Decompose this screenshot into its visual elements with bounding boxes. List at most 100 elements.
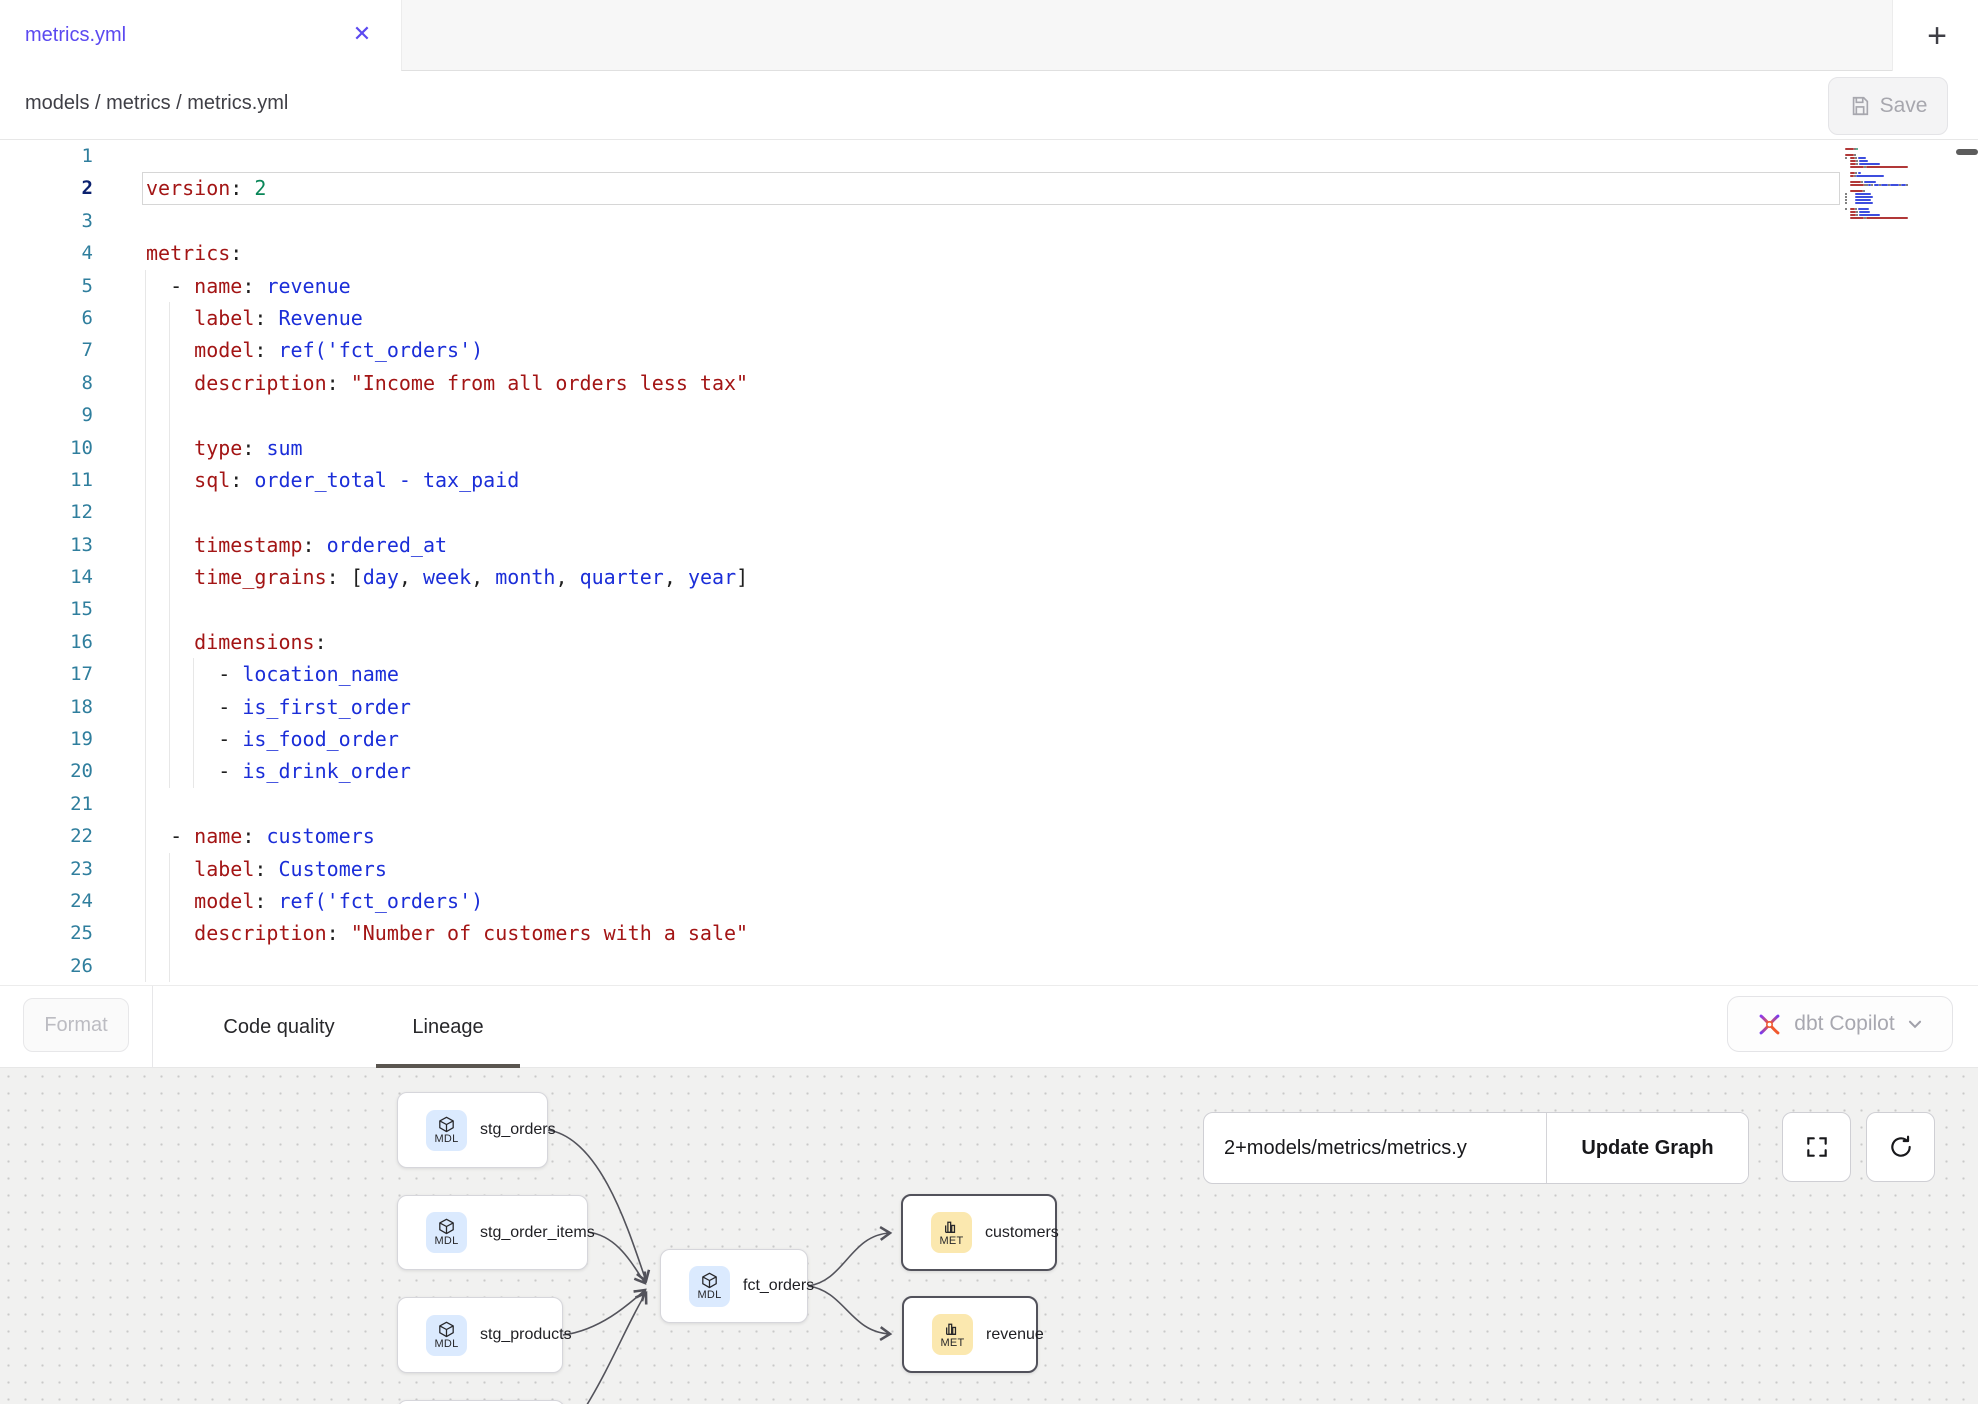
node-label: fct_orders: [743, 1277, 814, 1295]
scrollbar-marker[interactable]: [1956, 149, 1978, 155]
code-text: model: ref('fct_orders'): [146, 885, 483, 917]
code-line-1[interactable]: 1: [0, 140, 1978, 172]
code-line-13[interactable]: 13 timestamp: ordered_at: [0, 529, 1978, 561]
code-line-26[interactable]: 26: [0, 950, 1978, 982]
code-line-25[interactable]: 25 description: "Number of customers wit…: [0, 917, 1978, 949]
tab-code-quality[interactable]: Code quality: [186, 986, 372, 1068]
code-text: model: ref('fct_orders'): [146, 334, 483, 366]
code-text: - name: revenue: [146, 270, 351, 302]
line-number: 19: [0, 723, 93, 755]
code-text: timestamp: ordered_at: [146, 529, 447, 561]
code-line-2[interactable]: 2version: 2: [0, 172, 1978, 204]
minimap-line: [1850, 181, 1861, 183]
line-number: 17: [0, 658, 93, 690]
code-line-3[interactable]: 3: [0, 205, 1978, 237]
lineage-node-revenue[interactable]: METrevenue: [902, 1296, 1038, 1373]
tab-label: metrics.yml: [25, 24, 126, 47]
code-line-11[interactable]: 11 sql: order_total - tax_paid: [0, 464, 1978, 496]
line-number: 4: [0, 237, 93, 269]
code-line-21[interactable]: 21: [0, 788, 1978, 820]
node-label: revenue: [986, 1326, 1044, 1344]
code-line-15[interactable]: 15: [0, 593, 1978, 625]
lineage-node-fct_orders[interactable]: MDLfct_orders: [660, 1249, 808, 1323]
update-graph-button[interactable]: Update Graph: [1547, 1113, 1748, 1183]
code-editor[interactable]: 12version: 234metrics:5 - name: revenue6…: [0, 140, 1978, 985]
breadcrumb: models / metrics / metrics.yml: [25, 92, 288, 115]
lineage-node-stg_products[interactable]: MDLstg_products: [397, 1297, 563, 1373]
code-line-12[interactable]: 12: [0, 496, 1978, 528]
minimap-line: [1845, 202, 1847, 204]
minimap-line: [1859, 211, 1870, 213]
dbt-copilot-logo-icon: [1756, 1011, 1783, 1038]
code-text: - location_name: [146, 658, 399, 690]
minimap-line: [1855, 193, 1871, 195]
lineage-node-customers[interactable]: METcustomers: [901, 1194, 1057, 1271]
lineage-node-stg_orders[interactable]: MDLstg_orders: [397, 1092, 548, 1168]
line-number: 2: [0, 172, 93, 204]
lineage-graph-canvas[interactable]: MDLstg_ordersMDLstg_order_itemsMDLstg_pr…: [0, 1068, 1978, 1404]
minimap-line: [1863, 190, 1865, 192]
minimap-line: [1845, 193, 1847, 195]
minimap-line: [1855, 172, 1857, 174]
format-button[interactable]: Format: [23, 998, 129, 1052]
code-line-7[interactable]: 7 model: ref('fct_orders'): [0, 334, 1978, 366]
bottom-toolbar: Format Code quality Lineage dbt Copilot: [0, 985, 1978, 1068]
minimap-line: [1859, 160, 1868, 162]
minimap-line: [1850, 217, 1864, 219]
minimap-line: [1845, 199, 1847, 201]
code-line-23[interactable]: 23 label: Customers: [0, 853, 1978, 885]
code-text: label: Customers: [146, 853, 387, 885]
code-line-14[interactable]: 14 time_grains: [day, week, month, quart…: [0, 561, 1978, 593]
minimap-line: [1890, 184, 1899, 186]
model-icon: MDL: [426, 1212, 467, 1253]
fullscreen-button[interactable]: [1782, 1112, 1851, 1182]
code-line-20[interactable]: 20 - is_drink_order: [0, 755, 1978, 787]
code-line-8[interactable]: 8 description: "Income from all orders l…: [0, 367, 1978, 399]
code-line-4[interactable]: 4metrics:: [0, 237, 1978, 269]
code-line-5[interactable]: 5 - name: revenue: [0, 270, 1978, 302]
tab-lineage[interactable]: Lineage: [376, 986, 520, 1068]
code-line-9[interactable]: 9: [0, 399, 1978, 431]
refresh-button[interactable]: [1866, 1112, 1935, 1182]
model-selector-input[interactable]: [1204, 1113, 1546, 1183]
minimap-line: [1859, 214, 1880, 216]
save-icon: [1849, 95, 1871, 117]
minimap-line: [1866, 217, 1907, 219]
code-line-18[interactable]: 18 - is_first_order: [0, 691, 1978, 723]
minimap-line: [1845, 148, 1854, 150]
code-line-19[interactable]: 19 - is_food_order: [0, 723, 1978, 755]
minimap[interactable]: [1845, 145, 1955, 235]
node-label: stg_order_items: [480, 1224, 595, 1242]
lineage-node-partial_node[interactable]: [397, 1400, 565, 1404]
minimap-line: [1850, 184, 1864, 186]
close-tab-icon[interactable]: ✕: [344, 17, 380, 53]
new-tab-button[interactable]: +: [1917, 14, 1957, 58]
indent-guide: [169, 593, 170, 625]
indent-guide: [145, 593, 146, 625]
line-number: 25: [0, 917, 93, 949]
code-line-6[interactable]: 6 label: Revenue: [0, 302, 1978, 334]
code-line-16[interactable]: 16 dimensions:: [0, 626, 1978, 658]
indent-guide: [145, 950, 146, 982]
minimap-line: [1858, 157, 1867, 159]
code-line-24[interactable]: 24 model: ref('fct_orders'): [0, 885, 1978, 917]
minimap-line: [1859, 163, 1880, 165]
lineage-node-stg_order_items[interactable]: MDLstg_order_items: [397, 1195, 588, 1270]
code-line-22[interactable]: 22 - name: customers: [0, 820, 1978, 852]
line-number: 18: [0, 691, 93, 723]
code-line-17[interactable]: 17 - location_name: [0, 658, 1978, 690]
metric-icon: MET: [931, 1212, 972, 1253]
line-number: 3: [0, 205, 93, 237]
line-number: 23: [0, 853, 93, 885]
edge-fct_orders-to-revenue: [808, 1286, 890, 1334]
code-text: type: sum: [146, 432, 303, 464]
dbt-copilot-button[interactable]: dbt Copilot: [1727, 996, 1953, 1052]
minimap-line: [1856, 211, 1858, 213]
minimap-line: [1850, 190, 1863, 192]
tab-metrics-yml[interactable]: metrics.yml ✕: [0, 0, 401, 71]
model-selector-box: Update Graph: [1203, 1112, 1749, 1184]
save-button[interactable]: Save: [1828, 77, 1948, 135]
line-number: 8: [0, 367, 93, 399]
indent-guide: [145, 399, 146, 431]
code-line-10[interactable]: 10 type: sum: [0, 432, 1978, 464]
